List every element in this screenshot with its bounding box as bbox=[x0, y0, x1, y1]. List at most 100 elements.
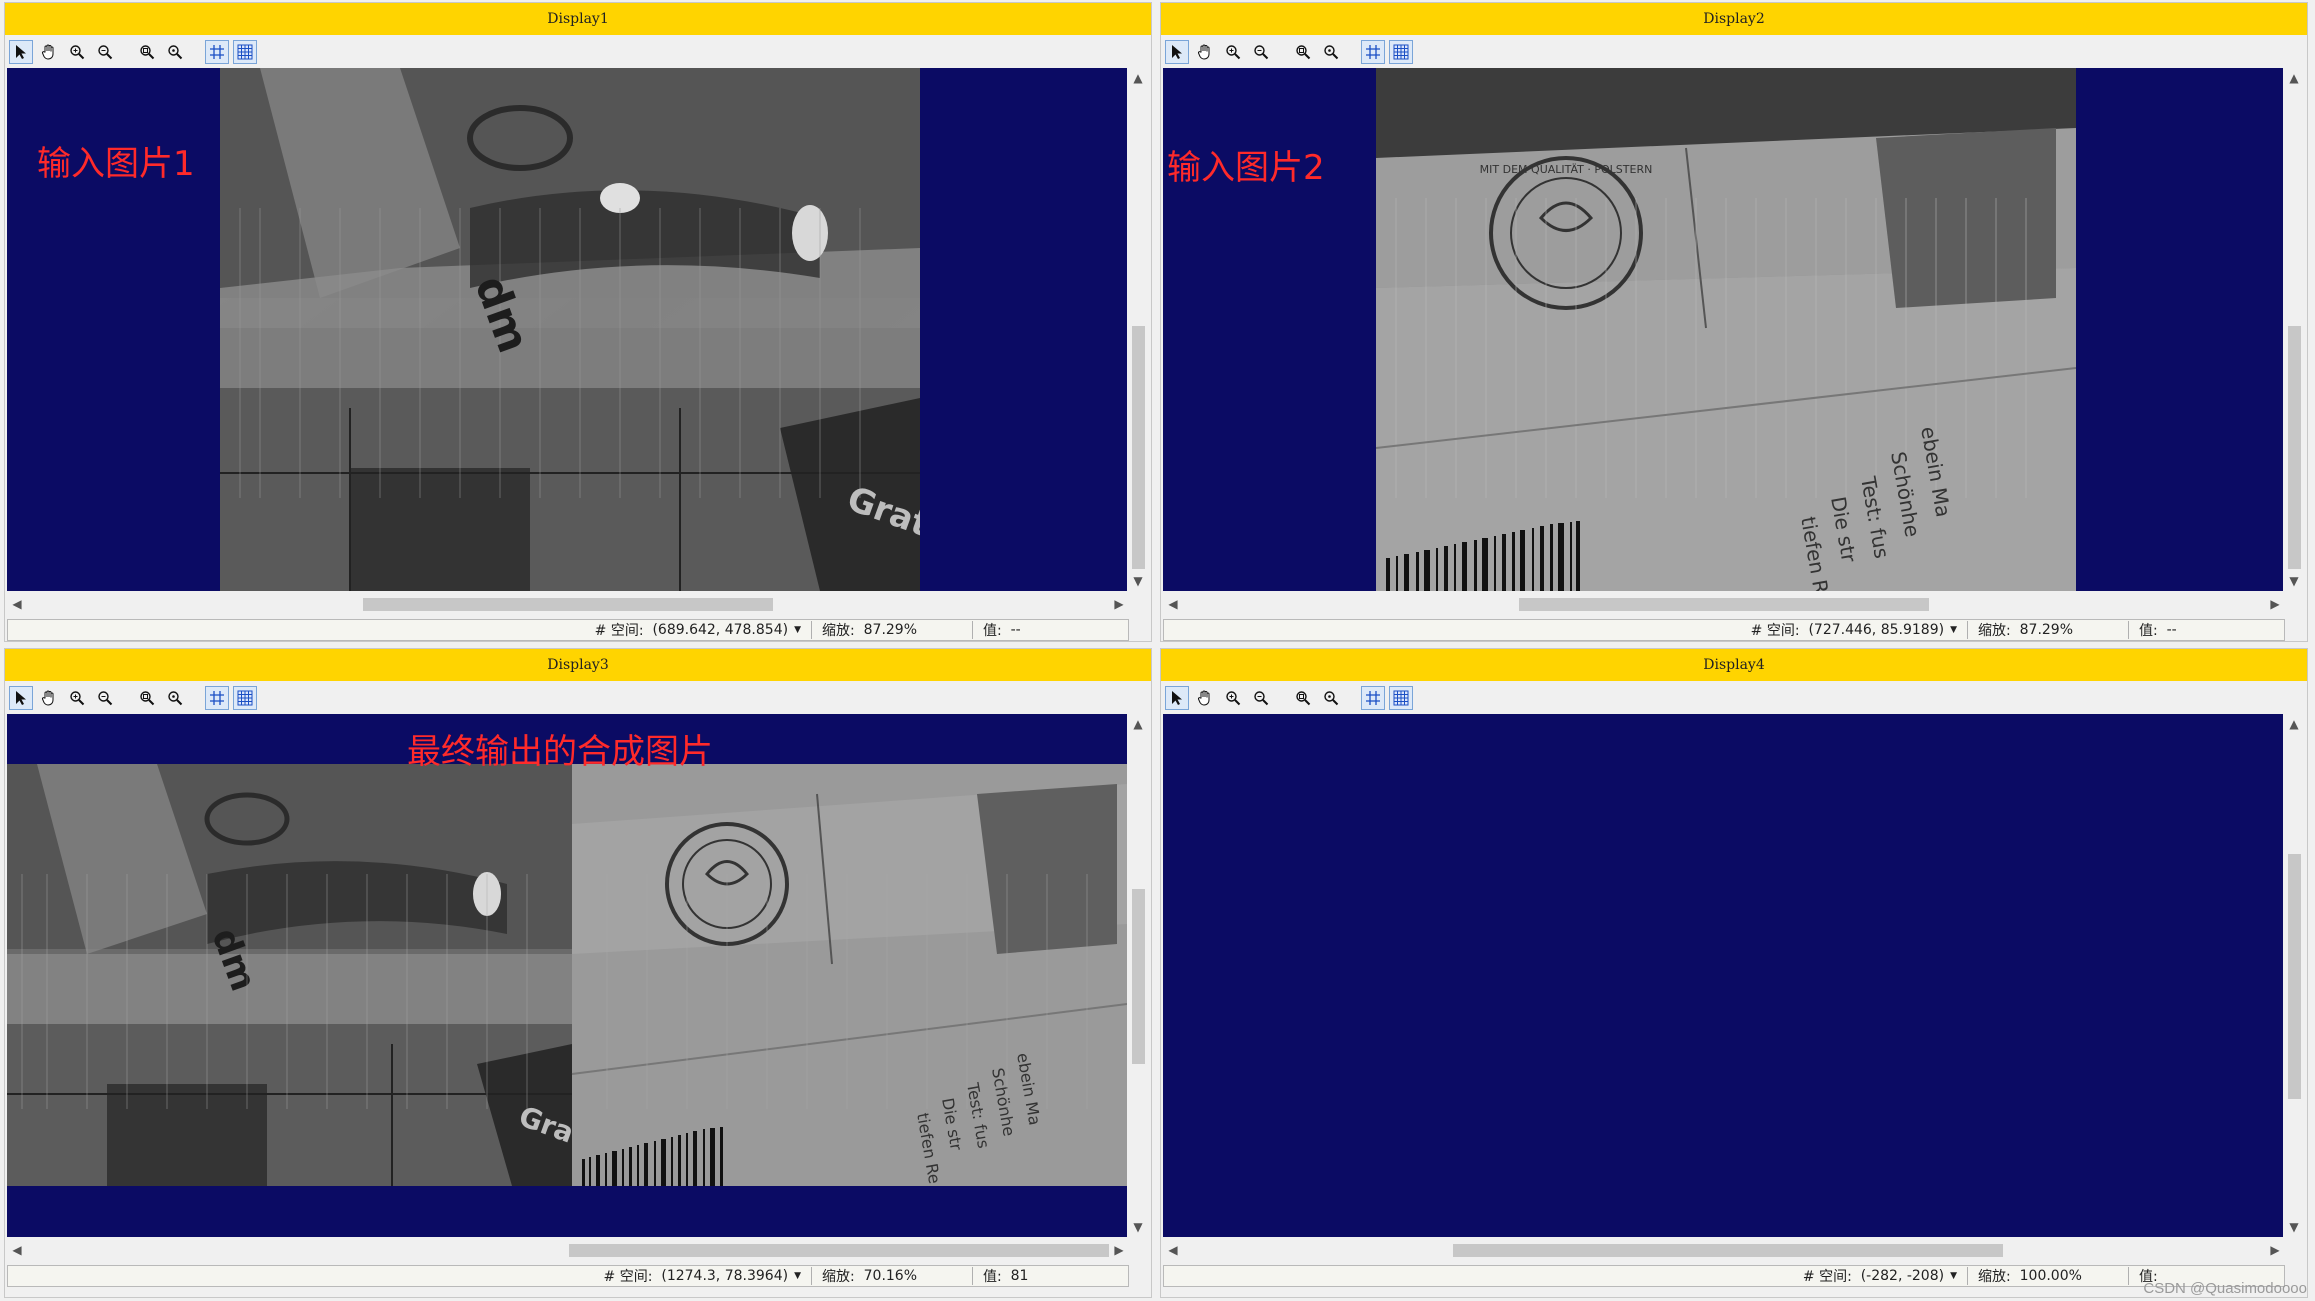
horizontal-scrollbar[interactable]: ◀ ▶ bbox=[1163, 1239, 2285, 1261]
scroll-left-arrow[interactable]: ◀ bbox=[7, 593, 27, 615]
scroll-down-arrow[interactable]: ▼ bbox=[2283, 1217, 2305, 1237]
image-canvas[interactable]: dm Gratis 输入图片1 bbox=[7, 68, 1127, 591]
space-label: # 空间: bbox=[1802, 1269, 1852, 1285]
zoom-fit-button[interactable] bbox=[1291, 686, 1315, 710]
pointer-tool-button[interactable] bbox=[9, 39, 33, 64]
pointer-tool-button[interactable] bbox=[9, 685, 33, 710]
display-title-bar: Display2 bbox=[1161, 3, 2307, 35]
overlay-label: 输入图片1 bbox=[37, 144, 195, 184]
scroll-thumb[interactable] bbox=[1453, 1244, 2003, 1257]
space-value: (689.642, 478.854) bbox=[652, 622, 789, 638]
pixel-grid-button[interactable] bbox=[233, 685, 257, 710]
value-label: 值: bbox=[2139, 623, 2158, 639]
scroll-down-arrow[interactable]: ▼ bbox=[1127, 1217, 1149, 1237]
zoom-reset-icon bbox=[1324, 44, 1339, 59]
display-panel-4: Display4 ▲ ▼ ◀ ▶ # 空间: (-282, -208) ▼ 缩放… bbox=[1160, 648, 2308, 1298]
scroll-thumb[interactable] bbox=[1132, 326, 1145, 569]
space-value: (-282, -208) bbox=[1860, 1268, 1945, 1284]
scroll-up-arrow[interactable]: ▲ bbox=[1127, 714, 1149, 734]
overlay-label: 输入图片2 bbox=[1167, 148, 1325, 188]
dropdown-arrow-icon[interactable]: ▼ bbox=[1950, 625, 1957, 635]
grid-button[interactable] bbox=[205, 39, 229, 64]
pan-hand-icon bbox=[1197, 690, 1210, 706]
zoom-reset-icon bbox=[168, 690, 183, 705]
scroll-down-arrow[interactable]: ▼ bbox=[2283, 571, 2305, 591]
zoom-out-button[interactable] bbox=[1249, 686, 1273, 710]
zoom-reset-button[interactable] bbox=[163, 686, 187, 710]
pan-tool-button[interactable] bbox=[1193, 686, 1217, 710]
scroll-thumb[interactable] bbox=[2288, 326, 2301, 569]
zoom-out-button[interactable] bbox=[93, 686, 117, 710]
pan-tool-button[interactable] bbox=[1193, 40, 1217, 64]
pointer-tool-button[interactable] bbox=[1165, 39, 1189, 64]
scroll-thumb[interactable] bbox=[363, 598, 773, 611]
zoom-fit-button[interactable] bbox=[135, 40, 159, 64]
zoom-label: 缩放: bbox=[822, 623, 855, 639]
input-image-1: dm Gratis bbox=[220, 68, 920, 591]
scroll-thumb[interactable] bbox=[1132, 889, 1145, 1064]
watermark-text: CSDN @Quasimodoooo bbox=[2143, 1280, 2307, 1297]
zoom-in-icon bbox=[1226, 44, 1241, 59]
scroll-left-arrow[interactable]: ◀ bbox=[1163, 1239, 1183, 1261]
space-label: # 空间: bbox=[1750, 623, 1800, 639]
space-label: # 空间: bbox=[594, 623, 644, 639]
grid-button[interactable] bbox=[1361, 685, 1385, 710]
input-image-2: MIT DEM QUALITÄT · POLSTERN ebein Ma Sch… bbox=[1376, 68, 2076, 591]
pointer-tool-button[interactable] bbox=[1165, 685, 1189, 710]
vertical-scrollbar[interactable]: ▲ ▼ bbox=[2283, 68, 2305, 591]
pixel-grid-button[interactable] bbox=[233, 39, 257, 64]
display-toolbar bbox=[1161, 36, 2307, 67]
pointer-icon bbox=[16, 690, 26, 705]
zoom-fit-button[interactable] bbox=[1291, 40, 1315, 64]
vertical-scrollbar[interactable]: ▲ ▼ bbox=[1127, 714, 1149, 1237]
image-canvas[interactable] bbox=[1163, 714, 2283, 1237]
horizontal-scrollbar[interactable]: ◀ ▶ bbox=[7, 1239, 1129, 1261]
scroll-right-arrow[interactable]: ▶ bbox=[2265, 593, 2285, 615]
grid-button[interactable] bbox=[1361, 39, 1385, 64]
pixel-grid-button[interactable] bbox=[1389, 685, 1413, 710]
image-canvas[interactable]: MIT DEM QUALITÄT · POLSTERN ebein Ma Sch… bbox=[1163, 68, 2283, 591]
image-canvas[interactable]: dm Gratis ebein Ma Schönhe Test: fus Die… bbox=[7, 714, 1127, 1237]
horizontal-scrollbar[interactable]: ◀ ▶ bbox=[7, 593, 1129, 615]
dropdown-arrow-icon[interactable]: ▼ bbox=[794, 625, 801, 635]
scroll-right-arrow[interactable]: ▶ bbox=[1109, 593, 1129, 615]
zoom-label: 缩放: bbox=[1978, 623, 2011, 639]
scroll-down-arrow[interactable]: ▼ bbox=[1127, 571, 1149, 591]
scroll-thumb[interactable] bbox=[569, 1244, 1109, 1257]
pixel-grid-button[interactable] bbox=[1389, 39, 1413, 64]
scroll-up-arrow[interactable]: ▲ bbox=[2283, 68, 2305, 88]
scroll-thumb[interactable] bbox=[2288, 854, 2301, 1099]
pan-tool-button[interactable] bbox=[37, 40, 61, 64]
zoom-in-button[interactable] bbox=[65, 40, 89, 64]
dropdown-arrow-icon[interactable]: ▼ bbox=[794, 1271, 801, 1281]
zoom-reset-button[interactable] bbox=[1319, 686, 1343, 710]
grid-icon bbox=[210, 44, 224, 59]
scroll-up-arrow[interactable]: ▲ bbox=[1127, 68, 1149, 88]
zoom-in-button[interactable] bbox=[1221, 686, 1245, 710]
display-panel-2: Display2 MIT DEM QUALITÄT · POLSTERN ebe… bbox=[1160, 2, 2308, 642]
vertical-scrollbar[interactable]: ▲ ▼ bbox=[1127, 68, 1149, 591]
zoom-fit-icon bbox=[1296, 44, 1311, 59]
pixel-grid-icon bbox=[237, 44, 253, 59]
zoom-out-button[interactable] bbox=[1249, 40, 1273, 64]
scroll-left-arrow[interactable]: ◀ bbox=[7, 1239, 27, 1261]
zoom-fit-button[interactable] bbox=[135, 686, 159, 710]
scroll-right-arrow[interactable]: ▶ bbox=[1109, 1239, 1129, 1261]
scroll-up-arrow[interactable]: ▲ bbox=[2283, 714, 2305, 734]
zoom-reset-button[interactable] bbox=[163, 40, 187, 64]
zoom-value: 100.00% bbox=[2019, 1268, 2082, 1284]
horizontal-scrollbar[interactable]: ◀ ▶ bbox=[1163, 593, 2285, 615]
scroll-left-arrow[interactable]: ◀ bbox=[1163, 593, 1183, 615]
pointer-icon bbox=[16, 44, 26, 59]
zoom-out-button[interactable] bbox=[93, 40, 117, 64]
grid-button[interactable] bbox=[205, 685, 229, 710]
zoom-in-button[interactable] bbox=[65, 686, 89, 710]
zoom-out-icon bbox=[98, 690, 113, 705]
scroll-right-arrow[interactable]: ▶ bbox=[2265, 1239, 2285, 1261]
scroll-thumb[interactable] bbox=[1519, 598, 1929, 611]
zoom-in-button[interactable] bbox=[1221, 40, 1245, 64]
dropdown-arrow-icon[interactable]: ▼ bbox=[1950, 1271, 1957, 1281]
pan-tool-button[interactable] bbox=[37, 686, 61, 710]
vertical-scrollbar[interactable]: ▲ ▼ bbox=[2283, 714, 2305, 1237]
zoom-reset-button[interactable] bbox=[1319, 40, 1343, 64]
